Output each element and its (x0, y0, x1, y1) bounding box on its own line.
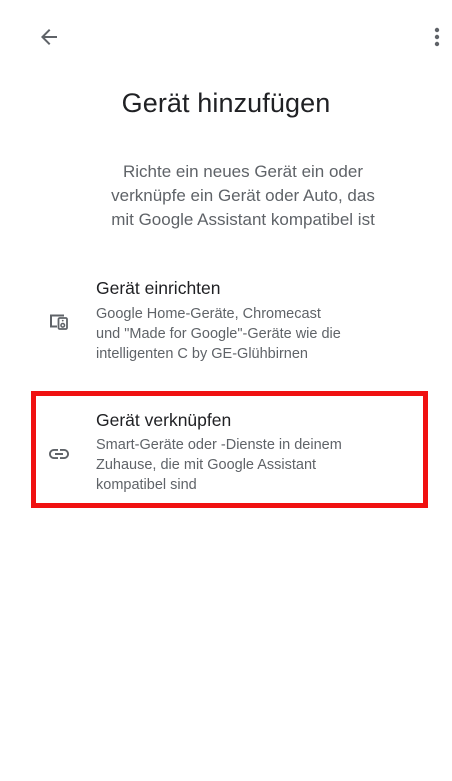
option-description-line: Zuhause, die mit Google Assistant (96, 457, 317, 473)
option-description-line: kompatibel sind (96, 477, 197, 493)
page-title: Gerät hinzufügen (121, 88, 331, 118)
link-icon (46, 441, 72, 467)
subtitle-line: verknüpfe ein Gerät oder Auto, das (111, 186, 375, 205)
option-description-line: Google Home-Geräte, Chromecast (96, 306, 321, 322)
back-button[interactable] (34, 22, 64, 52)
option-setup-device[interactable]: Gerät einrichten Google Home-Geräte, Chr… (0, 270, 452, 380)
option-title: Gerät verknüpfen (96, 410, 232, 430)
top-app-bar (0, 0, 452, 76)
option-title: Gerät einrichten (96, 278, 221, 298)
option-description-line: und "Made for Google"-Geräte wie die (96, 326, 341, 342)
option-description-line: Smart-Geräte oder -Dienste in deinem (96, 437, 342, 453)
device-setup-icon (46, 308, 72, 334)
subtitle-line: mit Google Assistant kompatibel ist (111, 210, 375, 229)
page-subtitle: Richte ein neues Gerät ein oder verknüpf… (56, 160, 430, 232)
option-description: Smart-Geräte oder -Dienste in deinem Zuh… (96, 435, 416, 495)
more-vert-icon (434, 27, 440, 47)
option-description: Google Home-Geräte, Chromecast und "Made… (96, 304, 416, 364)
more-options-button[interactable] (425, 22, 449, 52)
option-link-device[interactable]: Gerät verknüpfen Smart-Geräte oder -Dien… (0, 400, 452, 510)
subtitle-line: Richte ein neues Gerät ein oder (122, 162, 364, 181)
option-description-line: intelligenten C by GE-Glühbirnen (96, 346, 308, 362)
arrow-back-icon (41, 29, 57, 45)
